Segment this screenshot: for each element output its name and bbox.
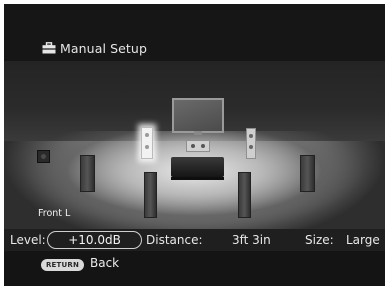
distance-value[interactable]: 3ft 3in <box>232 233 271 247</box>
level-value: +10.0dB <box>68 233 121 247</box>
return-button-icon[interactable]: RETURN <box>41 259 84 271</box>
level-selector[interactable]: +10.0dB <box>47 231 142 249</box>
tv-stand-graphic <box>194 131 202 135</box>
size-label: Size: <box>305 233 334 247</box>
page-title: Manual Setup <box>60 40 147 56</box>
speaker-settings-bar: Level: +10.0dB Distance: 3ft 3in Size: L… <box>4 229 385 251</box>
speaker-layout-view <box>4 61 385 229</box>
front-left-speaker-selected[interactable] <box>141 127 153 159</box>
surround-left-speaker[interactable] <box>80 155 95 192</box>
distance-label: Distance: <box>146 233 203 247</box>
center-speaker[interactable] <box>186 140 210 152</box>
screen: Manual Setup Front L Level: +10.0dB Dist… <box>0 0 386 289</box>
back-label[interactable]: Back <box>90 256 119 270</box>
setup-panel: Manual Setup Front L Level: +10.0dB Dist… <box>4 4 385 286</box>
surround-back-left-speaker[interactable] <box>144 172 157 218</box>
header: Manual Setup <box>4 4 385 62</box>
surround-back-right-speaker[interactable] <box>238 172 251 218</box>
footer: RETURN Back <box>4 251 385 286</box>
tv-graphic <box>172 98 224 133</box>
selected-speaker-label: Front L <box>38 208 71 219</box>
title-group: Manual Setup <box>42 40 147 56</box>
level-label: Level: <box>10 233 46 247</box>
listener-sofa-graphic <box>171 157 224 180</box>
surround-right-speaker[interactable] <box>300 155 315 192</box>
size-value[interactable]: Large <box>346 233 380 247</box>
toolbox-icon <box>42 42 56 54</box>
subwoofer[interactable] <box>37 150 50 163</box>
front-right-speaker[interactable] <box>246 128 256 159</box>
